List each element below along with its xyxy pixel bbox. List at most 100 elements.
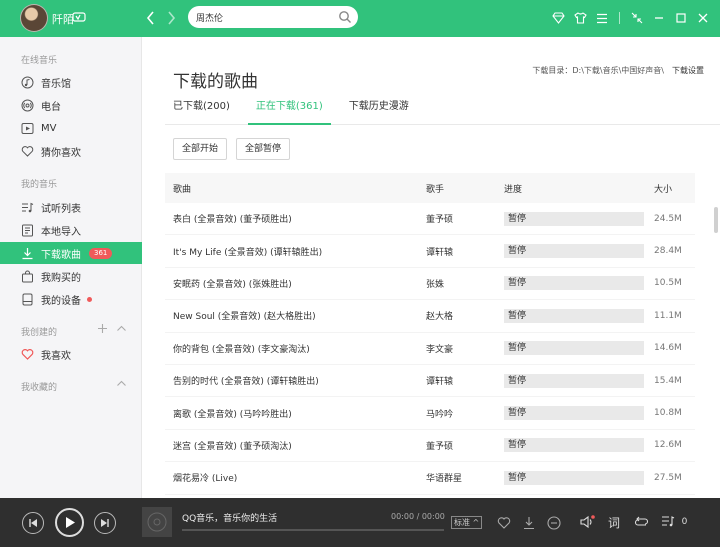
table-row[interactable]: 表白 (全景音效) (董予硕胜出) 董予硕 暂停 24.5M [165,203,695,236]
table-row[interactable]: 安眠药 (全景音效) (张姝胜出) 张姝 暂停 10.5M [165,268,695,301]
singer-name[interactable]: 赵大格 [426,309,504,322]
search-input[interactable] [196,9,336,25]
column-song[interactable]: 歌曲 [165,182,426,195]
song-name[interactable]: 安眠药 (全景音效) (张姝胜出) [165,277,426,290]
back-arrow-icon[interactable] [143,9,159,27]
sidebar-item-music-hall[interactable]: 音乐馆 [0,71,142,93]
avatar[interactable] [20,4,48,32]
singer-name[interactable]: 华语群星 [426,471,504,484]
tab-download-history[interactable]: 下载历史漫游 [341,97,417,125]
download-status[interactable]: 暂停 [504,470,644,485]
download-status[interactable]: 暂停 [504,308,644,323]
forward-arrow-icon[interactable] [163,9,179,27]
sidebar-item-label: 猜你喜欢 [41,147,81,159]
sidebar-item-label: 我购买的 [41,272,81,284]
sidebar-item-mv[interactable]: MV [0,117,142,139]
username[interactable]: 阡陌 [52,11,74,27]
column-size[interactable]: 大小 [654,182,695,195]
close-icon[interactable] [696,11,710,25]
download-settings-link[interactable]: 下载设置 [672,66,704,75]
tab-downloaded[interactable]: 已下载(200) [165,97,238,125]
song-name[interactable]: 表白 (全景音效) (董予硕胜出) [165,212,426,225]
minimize-icon[interactable] [652,11,666,25]
download-status[interactable]: 暂停 [504,211,644,226]
sidebar-item-listen-list[interactable]: 试听列表 [0,196,142,218]
menu-icon[interactable] [595,11,609,25]
sidebar-item-my-favorites[interactable]: 我喜欢 [0,343,142,365]
song-name[interactable]: 烟花易冷 (Live) [165,471,426,484]
singer-name[interactable]: 谭轩辕 [426,245,504,258]
maximize-icon[interactable] [674,11,688,25]
vip-icon[interactable] [72,11,86,23]
skin-diamond-icon[interactable] [551,11,565,25]
sidebar-item-my-devices[interactable]: 我的设备 [0,288,142,310]
radio-icon [21,99,34,111]
loop-mode-icon[interactable] [634,514,649,529]
table-row[interactable]: 你的背包 (全景音效) (李文豪淘汰) 李文豪 暂停 14.6M [165,333,695,365]
column-progress[interactable]: 进度 [504,182,654,195]
sidebar-item-guess-you-like[interactable]: 猜你喜欢 [0,140,142,162]
like-icon[interactable] [496,515,511,530]
playlist-icon [22,202,34,212]
song-name[interactable]: 你的背包 (全景音效) (李文豪淘汰) [165,342,426,355]
download-status[interactable]: 暂停 [504,244,644,259]
table-row[interactable]: New Soul (全景音效) (赵大格胜出) 赵大格 暂停 11.1M [165,300,695,333]
singer-name[interactable]: 谭轩辕 [426,374,504,387]
play-button[interactable] [55,508,84,537]
sidebar-item-downloads[interactable]: 下载歌曲 361 [0,242,142,264]
main-content: 下载的歌曲 下载目录：D:\下载\音乐\中国好声音\ 下载设置 已下载(200) … [143,37,720,498]
song-name[interactable]: 告别的时代 (全景音效) (谭轩辕胜出) [165,374,426,387]
next-button[interactable] [94,512,116,534]
remove-icon[interactable] [546,515,561,530]
tab-downloading[interactable]: 正在下载(361) [247,97,331,125]
playlist-icon[interactable]: 0 [661,514,692,529]
singer-name[interactable]: 马吟吟 [426,407,504,420]
song-name[interactable]: 离歌 (全景音效) (马吟吟胜出) [165,407,426,420]
sidebar-item-label: 电台 [41,101,61,113]
next-icon [101,519,109,527]
song-name[interactable]: It's My Life (全景音效) (谭轩辕胜出) [165,245,426,258]
section-my-music: 我的音乐 [21,180,58,190]
singer-name[interactable]: 董予硕 [426,439,504,452]
download-status[interactable]: 暂停 [504,406,644,421]
progress-bar[interactable] [182,529,444,531]
player-controls-right: 词 0 [580,514,692,529]
sidebar-item-local-import[interactable]: 本地导入 [0,219,142,241]
progress-cell: 暂停 [504,276,654,291]
lyrics-icon[interactable]: 词 [607,514,622,529]
column-singer[interactable]: 歌手 [426,182,504,195]
quality-button[interactable]: 标准 ^ [451,516,483,529]
chevron-up-icon[interactable] [116,378,127,389]
download-status[interactable]: 暂停 [504,341,644,356]
download-status[interactable]: 暂停 [504,438,644,453]
scrollbar[interactable] [714,207,718,233]
add-icon[interactable] [97,323,108,334]
table-row[interactable]: 迷宫 (全景音效) (董予硕淘汰) 董予硕 暂停 12.6M [165,430,695,463]
table-row[interactable]: It's My Life (全景音效) (谭轩辕胜出) 谭轩辕 暂停 28.4M [165,235,695,268]
song-name[interactable]: 迷宫 (全景音效) (董予硕淘汰) [165,439,426,452]
table-row[interactable]: 烟花易冷 (Live) 华语群星 暂停 27.5M [165,462,695,495]
pause-all-button[interactable]: 全部暂停 [236,138,291,160]
singer-name[interactable]: 李文豪 [426,342,504,355]
mini-mode-icon[interactable] [630,11,644,25]
table-row[interactable]: 离歌 (全景音效) (马吟吟胜出) 马吟吟 暂停 10.8M [165,397,695,430]
singer-name[interactable]: 张姝 [426,277,504,290]
sidebar-item-purchased[interactable]: 我购买的 [0,265,142,287]
singer-name[interactable]: 董予硕 [426,212,504,225]
shirt-icon[interactable] [573,11,587,25]
album-cover[interactable] [142,507,172,537]
sidebar-item-radio[interactable]: 电台 [0,94,142,116]
chevron-up-icon[interactable] [116,323,127,334]
volume-icon[interactable] [580,514,595,529]
chevron-up-icon: ^ [472,518,480,527]
progress-cell: 暂停 [504,373,654,388]
download-status[interactable]: 暂停 [504,373,644,388]
download-status[interactable]: 暂停 [504,276,644,291]
download-icon[interactable] [521,515,536,530]
song-name[interactable]: New Soul (全景音效) (赵大格胜出) [165,309,426,322]
previous-button[interactable] [22,512,44,534]
start-all-button[interactable]: 全部开始 [173,138,228,160]
search-icon[interactable] [338,10,352,24]
section-online-music: 在线音乐 [21,56,58,66]
table-row[interactable]: 告别的时代 (全景音效) (谭轩辕胜出) 谭轩辕 暂停 15.4M [165,365,695,398]
